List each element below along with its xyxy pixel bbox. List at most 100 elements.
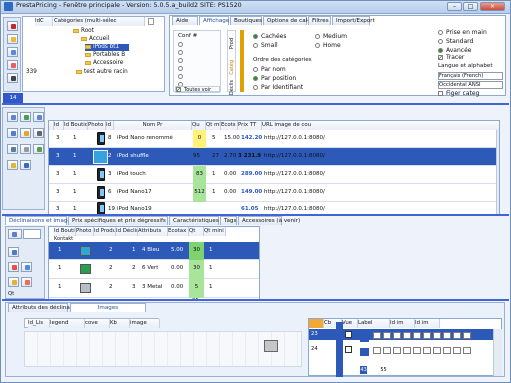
tab-images[interactable]: Images bbox=[70, 303, 146, 312]
refresh-icon[interactable] bbox=[33, 144, 44, 154]
mode-avancee[interactable]: Avancée bbox=[438, 47, 471, 54]
decl-declin-header[interactable]: Id Déclin bbox=[116, 227, 138, 236]
col-min-header[interactable]: Qt mi bbox=[206, 121, 221, 130]
user-icon[interactable] bbox=[21, 277, 32, 287]
id-column-header[interactable]: IdC bbox=[35, 17, 53, 26]
alphabet-select[interactable]: Occidental ANSI bbox=[438, 81, 503, 89]
product-row[interactable]: 31 6 iPod Nano17 512 1 0.00 149.00 http://1… bbox=[49, 184, 499, 202]
tab-options-calcul[interactable]: Options de calcul bbox=[263, 16, 315, 25]
order-by-position[interactable]: Par position bbox=[253, 75, 296, 82]
tab-declinaisons[interactable]: Déclinaisons et images bbox=[5, 216, 74, 225]
tab-affichage[interactable]: Affichage bbox=[199, 16, 229, 25]
product-row[interactable]: 31 8 iPod Nano renommé 0 5 15.00 142.20 htt… bbox=[49, 130, 499, 148]
image-list-scrollbar[interactable] bbox=[493, 329, 502, 376]
header-id-im-1[interactable]: Id im bbox=[390, 319, 415, 328]
col-name-header[interactable]: Nom Pr bbox=[114, 121, 192, 130]
folder-icon[interactable] bbox=[8, 277, 19, 287]
side-tab-categ[interactable]: Catég bbox=[229, 60, 235, 75]
toutes-voir-checkbox[interactable]: Toutes voir bbox=[175, 86, 220, 93]
decl-shop-header[interactable]: Id Boutique bbox=[54, 227, 76, 236]
tree-row-portables[interactable]: Portables B bbox=[85, 52, 125, 59]
category-column-header[interactable]: Catégories (multi-sélec bbox=[54, 17, 145, 26]
mode-prise-en-main[interactable]: Prise en main bbox=[438, 29, 487, 36]
order-by-name[interactable]: Par nom bbox=[253, 66, 286, 73]
tab-filtres[interactable]: Filtres bbox=[308, 16, 331, 25]
close-button[interactable]: × bbox=[480, 2, 505, 11]
product-row-selected[interactable]: 31 2 iPod shuffle 95 27 2.70 3 231.9 http:/… bbox=[49, 148, 499, 166]
product-row[interactable]: 31 3 iPod touch 83 1 0.00 289.00 http://127… bbox=[49, 166, 499, 184]
tree-row-accueil[interactable]: Accueil bbox=[81, 36, 109, 43]
option-medium[interactable]: Medium bbox=[315, 33, 347, 40]
conf-radio-1[interactable] bbox=[178, 41, 186, 48]
page-input[interactable] bbox=[23, 229, 41, 239]
col-price-header[interactable]: Prix TT bbox=[238, 121, 262, 130]
conf-radio-2[interactable] bbox=[178, 49, 186, 56]
thumbnail-preview[interactable] bbox=[264, 340, 278, 352]
image-checkbox[interactable] bbox=[345, 331, 352, 338]
image-icon[interactable] bbox=[8, 247, 19, 257]
chart-icon[interactable] bbox=[20, 160, 31, 170]
conf-radio-4[interactable] bbox=[178, 65, 186, 72]
chart-icon[interactable] bbox=[8, 262, 19, 272]
folder-icon[interactable] bbox=[7, 34, 18, 44]
side-tab-declis[interactable]: Déclis bbox=[229, 80, 235, 95]
arrow-left-icon[interactable] bbox=[8, 229, 22, 239]
folder-icon[interactable] bbox=[7, 160, 18, 170]
tab-boutiques[interactable]: Boutiques bbox=[230, 16, 262, 25]
option-home[interactable]: Home bbox=[315, 42, 341, 49]
top-splitter[interactable] bbox=[2, 103, 509, 105]
product-scrollbar[interactable] bbox=[496, 130, 499, 215]
language-select[interactable]: Français (French) bbox=[438, 72, 503, 80]
decl-qty-header[interactable]: Qt bbox=[189, 227, 204, 236]
tree-row-ipods[interactable]: iPods bt1 bbox=[85, 44, 129, 51]
decl-product-header[interactable]: Id Produit bbox=[94, 227, 116, 236]
declinaison-row[interactable]: 1 233 Metal 0.00 5 1 bbox=[49, 279, 259, 298]
scroll-up-icon[interactable] bbox=[148, 18, 154, 25]
option-small[interactable]: Small bbox=[253, 42, 278, 49]
tree-row-accessoires[interactable]: Accessoire bbox=[85, 60, 123, 67]
tab-prix-specifiques[interactable]: Prix spécifiques et prix dégressifs bbox=[68, 216, 168, 225]
col-id-header[interactable]: Id bbox=[54, 121, 64, 130]
refresh-icon[interactable] bbox=[21, 262, 32, 272]
declinaison-row[interactable]: 1 226 Vert 0.00 30 1 bbox=[49, 260, 259, 279]
mode-standard[interactable]: Standard bbox=[438, 38, 473, 45]
back-icon[interactable] bbox=[7, 112, 18, 122]
order-by-id[interactable]: Par Identifiant bbox=[253, 84, 303, 91]
forward-icon[interactable] bbox=[33, 112, 44, 122]
header-id-im-2[interactable]: Id im bbox=[415, 319, 440, 328]
option-cachees[interactable]: Cachées bbox=[253, 33, 286, 40]
close-icon[interactable] bbox=[7, 21, 18, 31]
settings-icon[interactable] bbox=[7, 144, 18, 154]
minimize-button[interactable]: – bbox=[447, 2, 462, 11]
image-icon[interactable] bbox=[7, 60, 18, 70]
figer-categ-checkbox[interactable]: Figer categ bbox=[438, 90, 479, 97]
image-checkbox[interactable] bbox=[345, 346, 352, 353]
declinaison-row-selected[interactable]: 1 214 Bleu 5.00 30 1 bbox=[49, 242, 259, 260]
conf-radio-5[interactable] bbox=[178, 73, 186, 80]
col-idi-header[interactable]: Id I bbox=[106, 121, 114, 130]
side-tab-prod[interactable]: Prod bbox=[229, 38, 235, 49]
header-kb[interactable]: Kb bbox=[110, 319, 130, 328]
header-image[interactable]: image bbox=[130, 319, 160, 328]
tracer-checkbox[interactable]: Tracer bbox=[438, 54, 464, 61]
header-label[interactable]: Label bbox=[358, 319, 390, 328]
tab-import-export[interactable]: Import/Export bbox=[332, 16, 375, 25]
decl-ecotax-header[interactable]: Ecotax bbox=[168, 227, 189, 236]
settings-icon[interactable] bbox=[7, 73, 18, 83]
tree-row-test-autre[interactable]: test autre racin bbox=[76, 69, 128, 76]
header-legend[interactable]: legend bbox=[50, 319, 85, 328]
tab-accessoires[interactable]: Accessoires (à venir) bbox=[238, 216, 300, 225]
camera-icon[interactable] bbox=[33, 128, 44, 138]
maximize-button[interactable]: □ bbox=[463, 2, 478, 11]
filter-icon[interactable] bbox=[20, 128, 31, 138]
print-icon[interactable] bbox=[20, 144, 31, 154]
conf-radio-3[interactable] bbox=[178, 57, 186, 64]
tab-caracteristiques[interactable]: Caractéristiques bbox=[169, 216, 219, 225]
header-id-lis[interactable]: Id_Lis bbox=[28, 319, 50, 328]
user-icon[interactable] bbox=[7, 128, 18, 138]
header-cover[interactable]: cove bbox=[85, 319, 110, 328]
user-icon[interactable] bbox=[7, 47, 18, 57]
col-url-header[interactable]: URL image de cou bbox=[262, 121, 499, 130]
col-qty-header[interactable]: Qu bbox=[192, 121, 206, 130]
tree-row-root[interactable]: Root bbox=[73, 28, 94, 35]
